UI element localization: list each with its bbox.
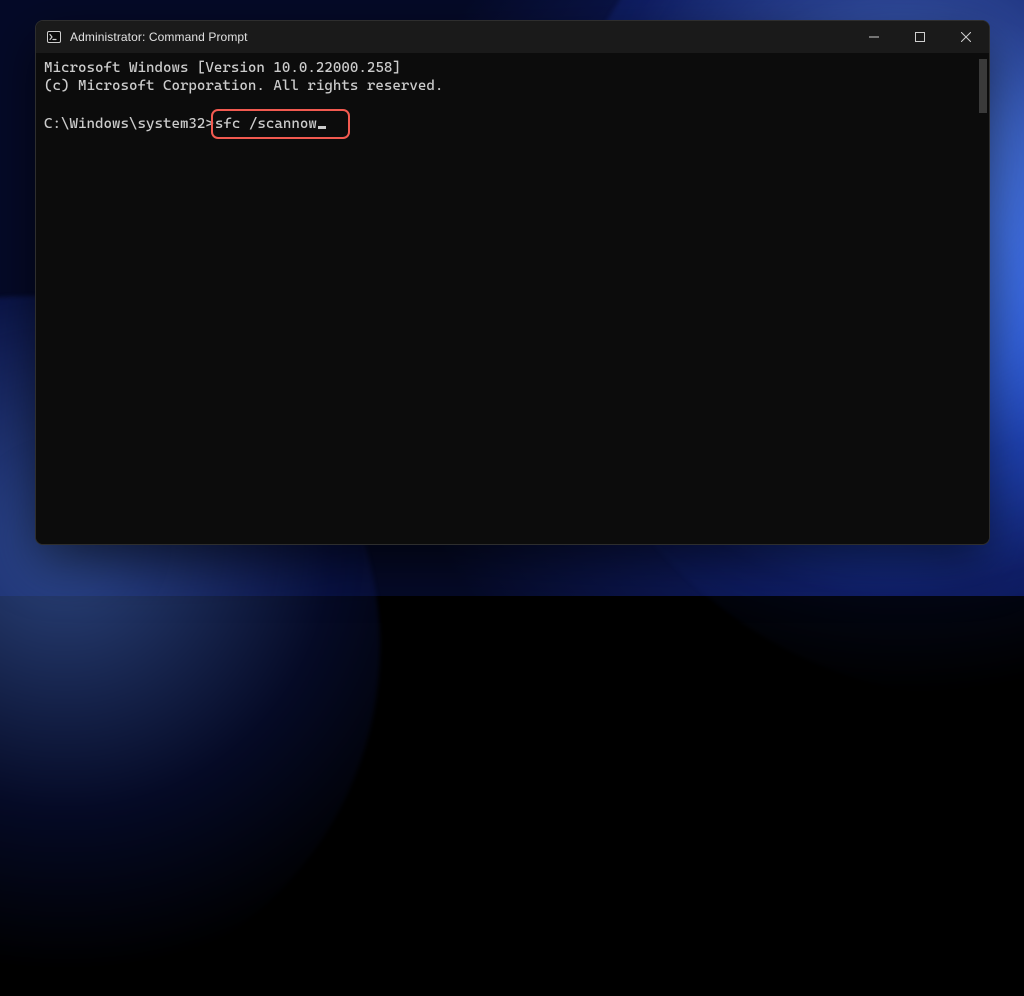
command-prompt-window: Administrator: Command Prompt Microsoft … xyxy=(35,20,990,545)
close-button[interactable] xyxy=(943,21,989,53)
scrollbar-thumb[interactable] xyxy=(979,59,987,113)
minimize-button[interactable] xyxy=(851,21,897,53)
terminal-command: sfc /scannow xyxy=(215,116,317,132)
terminal-content[interactable]: Microsoft Windows [Version 10.0.22000.25… xyxy=(36,53,989,544)
terminal-line-version: Microsoft Windows [Version 10.0.22000.25… xyxy=(44,60,401,76)
titlebar[interactable]: Administrator: Command Prompt xyxy=(36,21,989,53)
command-highlight: sfc /scannow xyxy=(211,109,350,139)
terminal-line-copyright: (c) Microsoft Corporation. All rights re… xyxy=(44,78,443,94)
window-title: Administrator: Command Prompt xyxy=(70,30,248,44)
cmd-icon xyxy=(46,29,62,45)
maximize-button[interactable] xyxy=(897,21,943,53)
terminal-prompt: C:\Windows\system32> xyxy=(44,116,214,132)
text-cursor xyxy=(318,126,326,129)
